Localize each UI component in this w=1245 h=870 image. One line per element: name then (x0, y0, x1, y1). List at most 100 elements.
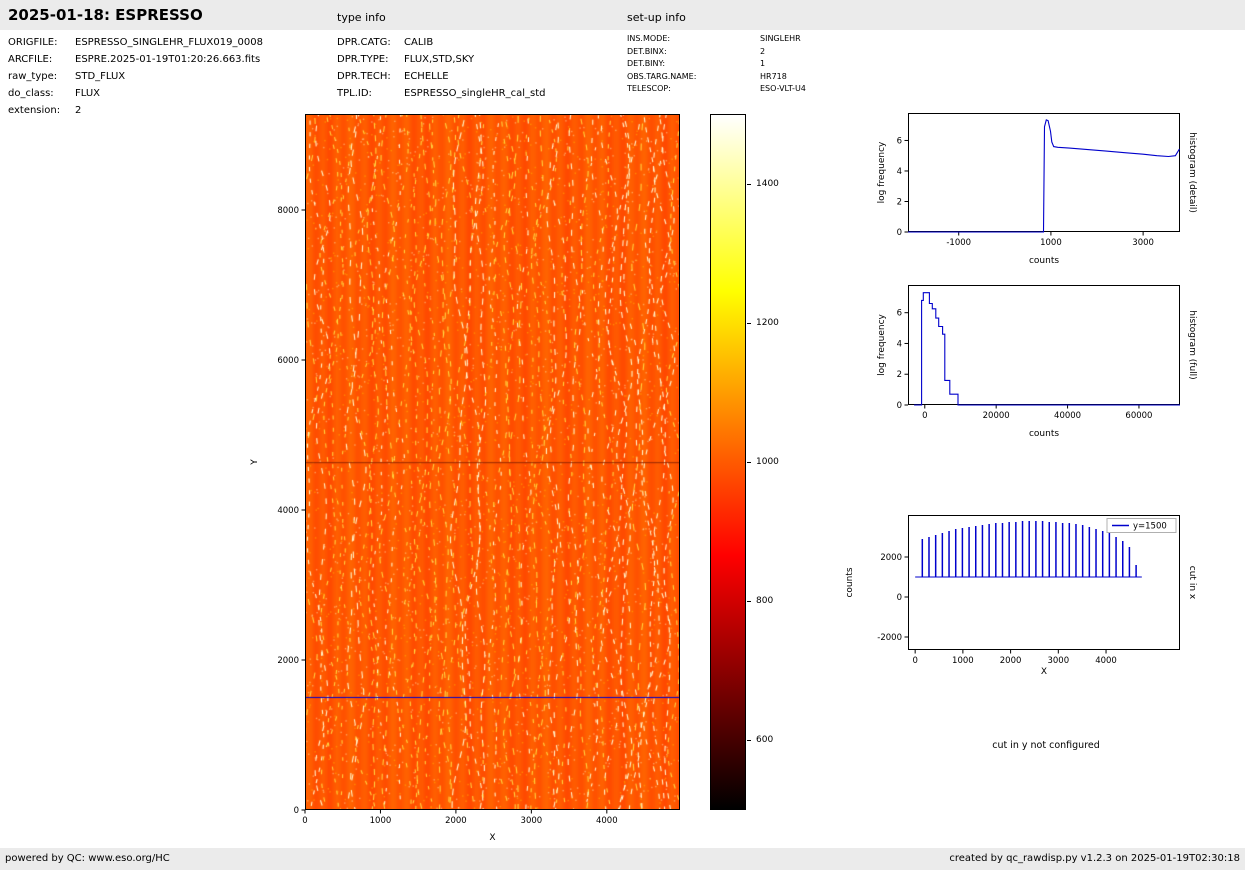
info-value: ESPRE.2025-01-19T01:20:26.663.fits (75, 54, 261, 65)
file-info-row: do_class: FLUX (8, 85, 263, 102)
setup-info-block: INS.MODE: SINGLEHR DET.BINX: 2 DET.BINY: 1 … (627, 33, 806, 96)
header-bar: 2025-01-18: ESPRESSO type info set-up in… (0, 0, 1245, 30)
svg-text:3000: 3000 (1047, 656, 1069, 666)
file-info-row: ORIGFILE: ESPRESSO_SINGLEHR_FLUX019_0008 (8, 34, 263, 51)
setup-info-heading: set-up info (627, 11, 686, 24)
colorbar-tick-label: 1200 (756, 317, 779, 328)
svg-text:-2000: -2000 (877, 633, 902, 643)
type-info-block: DPR.CATG: CALIB DPR.TYPE: FLUX,STD,SKY DPR… (337, 34, 545, 102)
colorbar-tick-label: 600 (756, 735, 774, 746)
histogram-detail-plot: -1000 1000 3000 0 2 4 6 counts log frequency hist… (877, 113, 1197, 266)
info-label: ARCFILE: (8, 54, 53, 65)
svg-text:X: X (1041, 667, 1047, 677)
cut-in-x-svg: 0 1000 2000 3000 4000 -2000 0 2000 Xcounts cut in… (845, 515, 1197, 677)
svg-text:histogram (detail): histogram (detail) (1187, 132, 1197, 213)
type-info-row: DPR.TYPE: FLUX,STD,SKY (337, 51, 545, 68)
info-value: HR718 (760, 71, 787, 81)
svg-text:2000: 2000 (445, 816, 467, 826)
svg-text:log frequency: log frequency (877, 313, 887, 375)
svg-text:0: 0 (897, 593, 902, 603)
svg-text:3000: 3000 (1132, 238, 1154, 248)
svg-text:4000: 4000 (277, 506, 299, 516)
setup-info-row: DET.BINY: 1 (627, 58, 806, 71)
footer-left-text: powered by QC: www.eso.org/HC (5, 853, 170, 864)
colorbar-tick-mark (747, 462, 751, 463)
svg-text:Y: Y (250, 459, 260, 466)
svg-text:cut in x: cut in x (1187, 566, 1197, 600)
file-info-row: extension: 2 (8, 102, 263, 119)
colorbar-tick-mark (747, 322, 751, 324)
svg-text:histogram (full): histogram (full) (1187, 310, 1197, 379)
histogram-full-svg: 0 20000 40000 60000 0 2 4 6 counts log frequency h… (877, 285, 1197, 439)
info-label: TELESCOP: (627, 84, 671, 94)
info-value: CALIB (404, 37, 434, 48)
svg-text:y=1500: y=1500 (1133, 522, 1167, 532)
svg-text:1000: 1000 (370, 816, 392, 826)
svg-text:0: 0 (922, 411, 927, 421)
info-value: ESO-VLT-U4 (760, 84, 806, 94)
svg-text:4000: 4000 (1095, 656, 1117, 666)
raw-echelle-image-svg: 0 1000 2000 3000 4000 0 2000 4000 6000 8000 X Y (250, 114, 680, 843)
setup-info-row: TELESCOP: ESO-VLT-U4 (627, 83, 806, 96)
svg-text:2: 2 (897, 197, 902, 207)
colorbar-gradient (710, 114, 746, 810)
footer-bar: powered by QC: www.eso.org/HC created by… (0, 848, 1245, 870)
info-label: do_class: (8, 88, 54, 99)
svg-text:2: 2 (897, 370, 902, 380)
svg-text:counts: counts (1029, 429, 1059, 439)
info-value: FLUX,STD,SKY (404, 54, 475, 65)
svg-text:0: 0 (897, 228, 902, 238)
svg-text:-1000: -1000 (946, 238, 971, 248)
svg-text:6: 6 (897, 136, 902, 146)
info-value: STD_FLUX (75, 71, 126, 82)
colorbar-tick-mark (747, 740, 751, 742)
svg-text:counts: counts (845, 567, 855, 597)
setup-info-row: INS.MODE: SINGLEHR (627, 33, 806, 46)
file-info-row: raw_type: STD_FLUX (8, 68, 263, 85)
svg-text:2000: 2000 (880, 553, 902, 563)
info-label: DET.BINY: (627, 59, 666, 69)
colorbar: 600 800 1000 1200 1400 (710, 114, 779, 810)
svg-text:2000: 2000 (1000, 656, 1022, 666)
qc-report-page: 2025-01-18: ESPRESSO type info set-up in… (0, 0, 1245, 870)
raw-image-plot: 0 1000 2000 3000 4000 0 2000 4000 6000 8000 X Y (250, 114, 680, 843)
info-value: ESPRESSO_SINGLEHR_FLUX019_0008 (75, 37, 263, 48)
type-info-row: DPR.TECH: ECHELLE (337, 68, 545, 85)
svg-text:1000: 1000 (952, 656, 974, 666)
svg-text:8000: 8000 (277, 206, 299, 216)
file-info-block: ORIGFILE: ESPRESSO_SINGLEHR_FLUX019_0008 … (8, 34, 263, 119)
svg-text:X: X (489, 833, 495, 843)
info-value: ESPRESSO_singleHR_cal_std (404, 88, 546, 99)
info-label: OBS.TARG.NAME: (627, 71, 697, 81)
svg-text:3000: 3000 (521, 816, 543, 826)
histogram-detail-svg: -1000 1000 3000 0 2 4 6 counts log frequency hist… (877, 113, 1197, 266)
footer-right-text: created by qc_rawdisp.py v1.2.3 on 2025-… (949, 853, 1240, 864)
svg-text:log frequency: log frequency (877, 141, 887, 203)
type-info-row: DPR.CATG: CALIB (337, 34, 545, 51)
info-label: TPL.ID: (337, 88, 372, 99)
type-info-row: TPL.ID: ESPRESSO_singleHR_cal_std (337, 85, 545, 102)
colorbar-tick-label: 1400 (756, 178, 779, 189)
info-label: raw_type: (8, 71, 58, 82)
svg-text:6000: 6000 (277, 356, 299, 366)
svg-text:4: 4 (897, 167, 902, 177)
info-label: extension: (8, 105, 61, 116)
info-value: FLUX (75, 88, 100, 99)
info-label: DET.BINX: (627, 46, 667, 56)
svg-text:1000: 1000 (1040, 238, 1062, 248)
info-label: DPR.TYPE: (337, 54, 389, 65)
colorbar-tick-mark (747, 601, 751, 603)
colorbar-tick-label: 1000 (756, 457, 779, 467)
info-label: ORIGFILE: (8, 37, 58, 48)
setup-info-row: OBS.TARG.NAME: HR718 (627, 71, 806, 84)
histogram-full-plot: 0 20000 40000 60000 0 2 4 6 counts log frequency h… (877, 285, 1197, 439)
svg-text:4000: 4000 (596, 816, 618, 826)
info-value: 1 (760, 59, 766, 69)
svg-text:0: 0 (912, 656, 917, 666)
svg-text:20000: 20000 (983, 411, 1010, 421)
setup-info-row: DET.BINX: 2 (627, 46, 806, 59)
info-value: 2 (760, 46, 766, 56)
page-title: 2025-01-18: ESPRESSO (8, 6, 203, 24)
svg-text:0: 0 (294, 806, 299, 816)
svg-text:40000: 40000 (1054, 411, 1081, 421)
